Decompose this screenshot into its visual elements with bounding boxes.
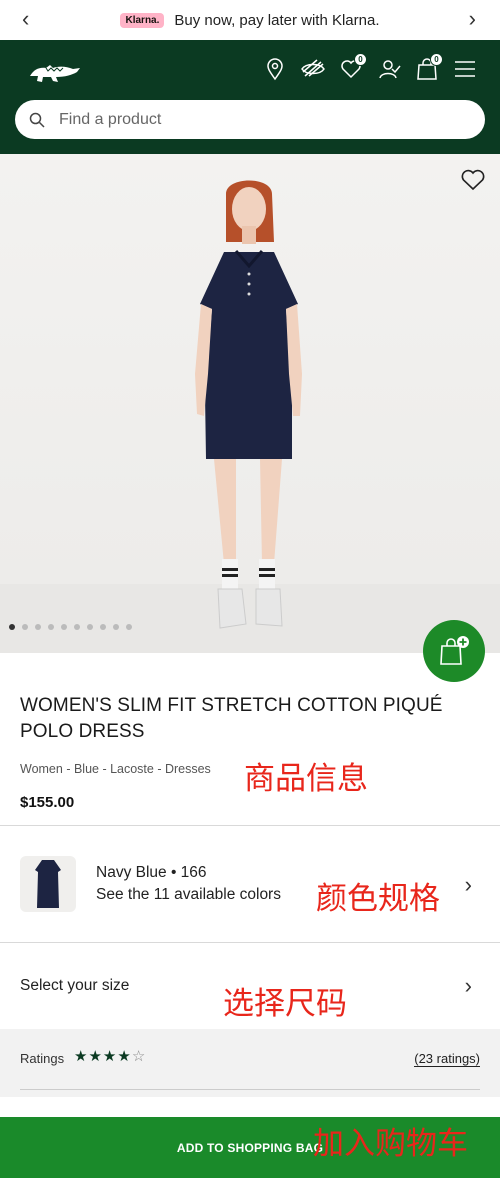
klarna-badge: Klarna.: [120, 12, 165, 28]
carousel-dot[interactable]: [61, 624, 67, 630]
breadcrumb[interactable]: Women - Blue - Lacoste - Dresses: [20, 762, 211, 776]
carousel-dot[interactable]: [35, 624, 41, 630]
divider: [20, 1089, 480, 1090]
search-input[interactable]: [59, 110, 439, 129]
location-pin-icon[interactable]: [262, 56, 288, 82]
wishlist-count-badge: 0: [354, 53, 367, 66]
heart-icon[interactable]: 0: [338, 53, 367, 82]
color-thumbnail: [20, 856, 76, 912]
ratings-section: Ratings ★★★★☆ (23 ratings): [0, 1029, 500, 1097]
quick-add-button[interactable]: [423, 620, 485, 682]
product-photo: [0, 180, 500, 653]
hide-eye-icon[interactable]: [300, 56, 326, 82]
star-rating: ★★★★☆: [74, 1047, 146, 1065]
carousel-dot[interactable]: [48, 624, 54, 630]
ratings-count-link[interactable]: (23 ratings): [414, 1051, 480, 1067]
ratings-label: Ratings: [20, 1051, 65, 1066]
product-title-line1: WOMEN'S SLIM FIT STRETCH COTTON PIQUÉ: [20, 695, 443, 716]
header-icons: 0 0: [262, 53, 478, 82]
heart-icon[interactable]: [460, 168, 486, 192]
star-empty-icon: ☆: [131, 1048, 147, 1065]
available-colors-link[interactable]: See the 11 available colors: [96, 886, 281, 904]
add-to-bag-icon: [440, 636, 469, 665]
search-icon: [29, 112, 45, 128]
add-to-bag-label: ADD TO SHOPPING BAG: [176, 1140, 324, 1155]
carousel-dot[interactable]: [74, 624, 80, 630]
chevron-left-icon[interactable]: ‹: [22, 8, 29, 30]
product-title-line2: POLO DRESS: [20, 721, 145, 742]
site-header: 0 0: [0, 40, 500, 154]
carousel-dot[interactable]: [113, 624, 119, 630]
chevron-right-icon: ›: [464, 872, 472, 897]
annotation-add-to-cart: 加入购物车: [313, 1126, 468, 1162]
bag-count-badge: 0: [430, 53, 443, 66]
product-title: WOMEN'S SLIM FIT STRETCH COTTON PIQUÉ PO…: [20, 693, 460, 745]
search-bar[interactable]: [15, 100, 485, 139]
account-icon[interactable]: [376, 56, 402, 82]
carousel-dot[interactable]: [22, 624, 28, 630]
menu-icon[interactable]: [452, 56, 478, 82]
star-filled-icon: ★: [102, 1048, 118, 1065]
size-label: Select your size: [20, 977, 130, 994]
annotation-color-spec: 颜色规格: [316, 881, 440, 917]
carousel-dot[interactable]: [87, 624, 93, 630]
product-price: $155.00: [20, 794, 75, 811]
chevron-right-icon: ›: [464, 973, 472, 998]
star-filled-icon: ★: [117, 1048, 132, 1065]
star-filled-icon: ★: [88, 1048, 103, 1065]
carousel-dot[interactable]: [9, 624, 15, 630]
carousel-dot[interactable]: [100, 624, 106, 630]
carousel-dot[interactable]: [126, 624, 132, 630]
star-filled-icon: ★: [74, 1048, 89, 1065]
lacoste-crocodile-logo[interactable]: [28, 56, 82, 86]
annotation-select-size: 选择尺码: [223, 986, 347, 1022]
product-image-carousel[interactable]: [0, 154, 500, 653]
promo-banner: ‹ Klarna. Buy now, pay later with Klarna…: [0, 0, 500, 40]
annotation-product-info: 商品信息: [244, 761, 368, 797]
shopping-bag-icon[interactable]: 0: [414, 53, 443, 82]
chevron-right-icon[interactable]: ›: [469, 8, 476, 30]
carousel-dots: [9, 624, 132, 630]
promo-text[interactable]: Buy now, pay later with Klarna.: [174, 12, 379, 29]
color-name: Navy Blue • 166: [96, 864, 207, 881]
